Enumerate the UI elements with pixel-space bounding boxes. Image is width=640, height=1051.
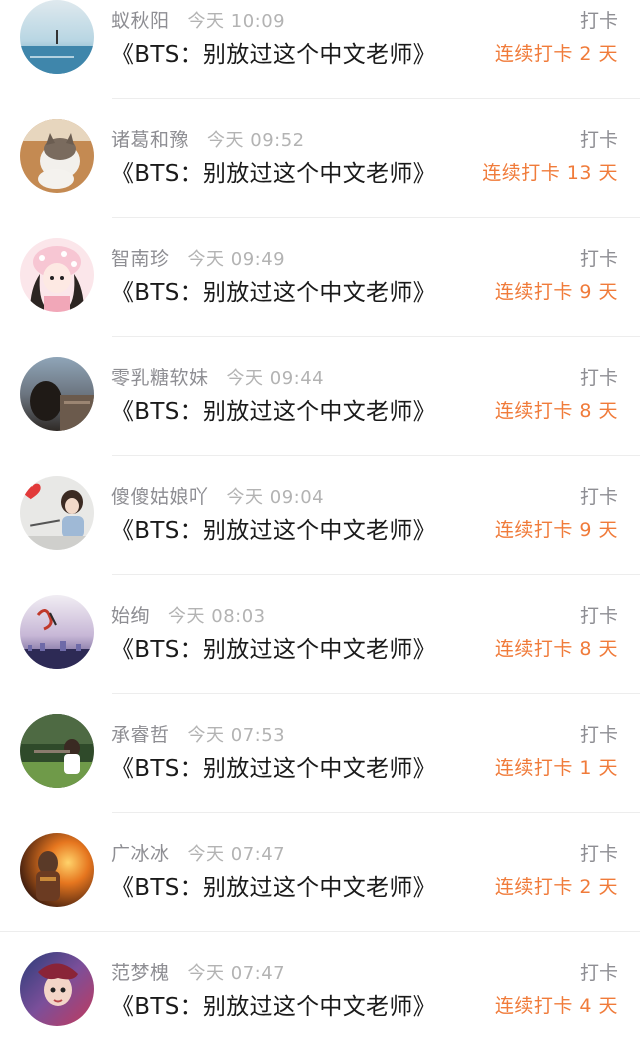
user-name[interactable]: 傻傻姑娘吖 今天 09:04 <box>111 482 324 509</box>
course-title[interactable]: 《BTS：别放过这个中文老师》 <box>111 35 436 69</box>
heart-girl-avatar-icon[interactable] <box>20 476 94 550</box>
checkin-label: 打卡 <box>579 486 618 508</box>
checkin-row[interactable]: 智南珍 今天 09:49 《BTS：别放过这个中文老师》 打卡 连续打卡 9 天 <box>0 218 640 337</box>
course-title[interactable]: 《BTS：别放过这个中文老师》 <box>111 511 436 545</box>
checkin-row[interactable]: 零乳糖软妹 今天 09:44 《BTS：别放过这个中文老师》 打卡 连续打卡 8 … <box>0 337 640 456</box>
checkin-time: 今天 09:44 <box>226 368 325 389</box>
cat-avatar-icon[interactable] <box>20 119 94 193</box>
game-character-avatar-icon[interactable] <box>20 952 94 1026</box>
course-title[interactable]: 《BTS：别放过这个中文老师》 <box>111 392 436 426</box>
streak-count: 连续打卡 8 天 <box>494 638 618 660</box>
streak-count: 连续打卡 8 天 <box>494 400 618 422</box>
user-name[interactable]: 蚁秋阳 今天 10:09 <box>111 6 285 33</box>
checkin-label: 打卡 <box>579 962 618 984</box>
checkin-row[interactable]: 范梦槐 今天 07:47 《BTS：别放过这个中文老师》 打卡 连续打卡 4 天 <box>0 932 640 1051</box>
checkin-time: 今天 09:49 <box>187 249 286 270</box>
user-name[interactable]: 始绚 今天 08:03 <box>111 601 266 628</box>
course-title[interactable]: 《BTS：别放过这个中文老师》 <box>111 987 436 1021</box>
checkin-label: 打卡 <box>579 129 618 151</box>
streak-count: 连续打卡 9 天 <box>494 281 618 303</box>
checkin-time: 今天 09:04 <box>226 487 325 508</box>
city-night-avatar-icon[interactable] <box>20 595 94 669</box>
user-name[interactable]: 诸葛和豫 今天 09:52 <box>111 125 305 152</box>
checkin-time: 今天 07:47 <box>187 963 286 984</box>
checkin-label: 打卡 <box>579 605 618 627</box>
checkin-time: 今天 07:47 <box>187 844 286 865</box>
streak-count: 连续打卡 2 天 <box>494 876 618 898</box>
checkin-time: 今天 10:09 <box>187 11 286 32</box>
checkin-row[interactable]: 蚁秋阳 今天 10:09 《BTS：别放过这个中文老师》 打卡 连续打卡 2 天 <box>0 0 640 99</box>
user-name[interactable]: 智南珍 今天 09:49 <box>111 244 285 271</box>
course-title[interactable]: 《BTS：别放过这个中文老师》 <box>111 273 436 307</box>
checkin-row[interactable]: 承睿哲 今天 07:53 《BTS：别放过这个中文老师》 打卡 连续打卡 1 天 <box>0 694 640 813</box>
course-title[interactable]: 《BTS：别放过这个中文老师》 <box>111 630 436 664</box>
checkin-time: 今天 08:03 <box>168 606 266 627</box>
course-title[interactable]: 《BTS：别放过这个中文老师》 <box>111 749 436 783</box>
person-photo-avatar-icon[interactable] <box>20 357 94 431</box>
checkin-label: 打卡 <box>579 843 618 865</box>
checkin-time: 今天 09:52 <box>207 130 305 151</box>
user-name[interactable]: 范梦槐 今天 07:47 <box>111 958 285 985</box>
checkin-row[interactable]: 傻傻姑娘吖 今天 09:04 《BTS：别放过这个中文老师》 打卡 连续打卡 9 … <box>0 456 640 575</box>
cartoon-girl-avatar-icon[interactable] <box>20 238 94 312</box>
game-hero-avatar-icon[interactable] <box>20 833 94 907</box>
streak-count: 连续打卡 9 天 <box>494 519 618 541</box>
streak-count: 连续打卡 2 天 <box>494 43 618 65</box>
checkin-time: 今天 07:53 <box>187 725 286 746</box>
checkin-label: 打卡 <box>579 367 618 389</box>
streak-count: 连续打卡 13 天 <box>482 162 618 184</box>
seascape-avatar-icon[interactable] <box>20 0 94 74</box>
checkin-row[interactable]: 广冰冰 今天 07:47 《BTS：别放过这个中文老师》 打卡 连续打卡 2 天 <box>0 813 640 932</box>
user-name[interactable]: 零乳糖软妹 今天 09:44 <box>111 363 324 390</box>
user-name[interactable]: 广冰冰 今天 07:47 <box>111 839 285 866</box>
checkin-label: 打卡 <box>579 248 618 270</box>
checkin-list: 蚁秋阳 今天 10:09 《BTS：别放过这个中文老师》 打卡 连续打卡 2 天 … <box>0 0 640 1051</box>
course-title[interactable]: 《BTS：别放过这个中文老师》 <box>111 154 436 188</box>
course-title[interactable]: 《BTS：别放过这个中文老师》 <box>111 868 436 902</box>
streak-count: 连续打卡 1 天 <box>494 757 618 779</box>
checkin-row[interactable]: 诸葛和豫 今天 09:52 《BTS：别放过这个中文老师》 打卡 连续打卡 13 … <box>0 99 640 218</box>
checkin-label: 打卡 <box>579 10 618 32</box>
streak-count: 连续打卡 4 天 <box>494 995 618 1017</box>
outdoor-person-avatar-icon[interactable] <box>20 714 94 788</box>
checkin-label: 打卡 <box>579 724 618 746</box>
checkin-row[interactable]: 始绚 今天 08:03 《BTS：别放过这个中文老师》 打卡 连续打卡 8 天 <box>0 575 640 694</box>
user-name[interactable]: 承睿哲 今天 07:53 <box>111 720 285 747</box>
